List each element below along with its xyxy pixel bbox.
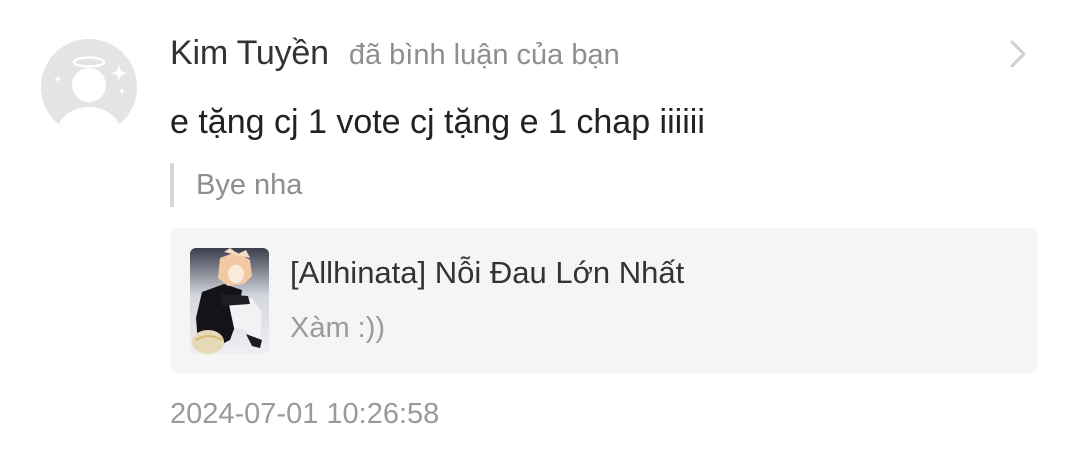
quoted-comment: Bye nha xyxy=(170,163,302,207)
story-subtitle: Xàm :)) xyxy=(290,312,386,344)
chevron-right-icon[interactable] xyxy=(1006,38,1030,70)
timestamp: 2024-07-01 10:26:58 xyxy=(170,398,440,430)
username[interactable]: Kim Tuyền xyxy=(170,34,329,73)
action-text: đã bình luận của bạn xyxy=(348,39,620,71)
default-avatar-icon xyxy=(41,39,137,135)
user-avatar[interactable] xyxy=(41,39,137,135)
story-title[interactable]: [Allhinata] Nỗi Đau Lớn Nhất xyxy=(290,255,684,291)
comment-text: e tặng cj 1 vote cj tặng e 1 chap iiiiii xyxy=(170,103,705,141)
story-card[interactable]: [Allhinata] Nỗi Đau Lớn Nhất Xàm :)) xyxy=(170,228,1038,373)
story-cover xyxy=(190,248,269,354)
notification-header: Kim Tuyền đã bình luận của bạn xyxy=(170,34,620,78)
story-cover-image xyxy=(190,248,269,354)
comment-notification[interactable]: Kim Tuyền đã bình luận của bạn e tặng cj… xyxy=(0,0,1080,468)
